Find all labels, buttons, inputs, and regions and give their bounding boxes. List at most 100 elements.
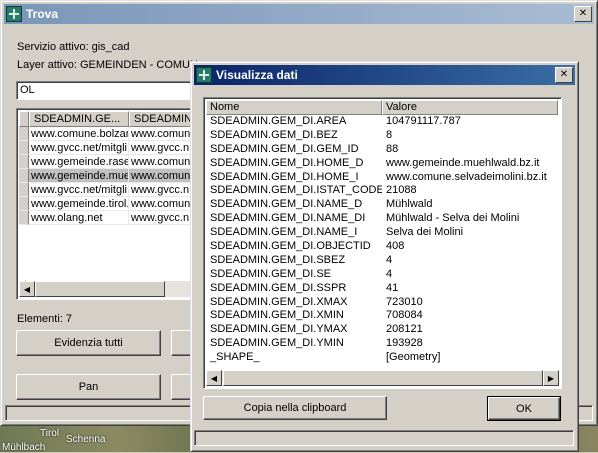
list-item[interactable]: SDEADMIN.GEM_DI.SSPR 41	[206, 282, 558, 296]
attribute-name: SDEADMIN.GEM_DI.OBJECTID	[210, 240, 371, 253]
trova-close-button[interactable]: ✕	[574, 6, 592, 22]
row-header[interactable]	[19, 155, 29, 169]
list-item[interactable]: SDEADMIN.GEM_DI.GEM_ID 88	[206, 143, 558, 157]
element-count: Elementi: 7	[17, 313, 73, 325]
col-header-value[interactable]: Valore	[382, 100, 558, 115]
pan-button[interactable]: Pan	[16, 374, 161, 400]
attribute-value: 41	[386, 281, 399, 294]
attribute-value: www.gemeinde.muehlwald.bz.it	[386, 156, 540, 169]
attribute-name: SDEADMIN.GEM_DI.SBEZ	[210, 253, 346, 266]
grid-horizontal-scrollbar[interactable]: ◀	[19, 281, 197, 297]
list-item[interactable]: SDEADMIN.GEM_DI.YMIN 193928	[206, 337, 558, 351]
scroll-right-icon[interactable]: ▶	[543, 370, 559, 386]
attribute-value: 8	[386, 128, 393, 141]
attribute-table[interactable]: Nome Valore SDEADMIN.GEM_DI.AREA 10479111…	[203, 97, 562, 389]
row-header[interactable]	[19, 183, 29, 197]
attribute-name: SDEADMIN.GEM_DI.NAME_DI	[210, 212, 366, 225]
list-item[interactable]: SDEADMIN.GEM_DI.NAME_D Mühlwald	[206, 198, 558, 212]
row-header[interactable]	[19, 169, 29, 183]
attribute-name: SDEADMIN.GEM_DI.YMIN	[210, 337, 344, 350]
grid-rows: www.comune.bolzar www.comun www.gvcc.net/m…	[19, 127, 201, 225]
attribute-value: 723010	[386, 295, 423, 308]
attribute-name: SDEADMIN.GEM_DI.HOME_D	[210, 156, 364, 169]
close-icon: ✕	[578, 8, 588, 19]
attribute-name: SDEADMIN.GEM_DI.YMAX	[210, 323, 348, 336]
table-row[interactable]: www.gvcc.net/mitgli www.gvcc.n	[19, 183, 201, 197]
attribute-value: 208121	[386, 323, 423, 336]
attribute-name: SDEADMIN.GEM_DI.ISTAT_CODE	[210, 184, 382, 197]
highlight-all-button[interactable]: Evidenzia tutti	[16, 330, 161, 356]
table-cell: www.olang.net	[29, 211, 129, 225]
attribute-name: SDEADMIN.GEM_DI.SSPR	[210, 281, 347, 294]
pan-label: Pan	[78, 381, 99, 393]
row-header[interactable]	[19, 197, 29, 211]
scroll-left-icon[interactable]: ◀	[19, 281, 35, 297]
list-item[interactable]: SDEADMIN.GEM_DI.SBEZ 4	[206, 254, 558, 268]
data-titlebar[interactable]: Visualizza dati ✕	[194, 65, 575, 85]
attribute-value: 88	[386, 142, 399, 155]
results-grid[interactable]: SDEADMIN.GE... SDEADMIN.GE... www.comune…	[16, 108, 201, 300]
trova-titlebar[interactable]: Trova ✕	[4, 4, 594, 24]
scrollbar-thumb[interactable]	[35, 281, 165, 297]
grid-col-header-1[interactable]: SDEADMIN.GE...	[29, 111, 129, 127]
list-item[interactable]: SDEADMIN.GEM_DI.ISTAT_CODE 21088	[206, 184, 558, 198]
ok-button[interactable]: OK	[487, 396, 561, 421]
attribute-value: 408	[386, 240, 405, 253]
list-item[interactable]: SDEADMIN.GEM_DI.AREA 104791117.787	[206, 115, 558, 129]
list-item[interactable]: SDEADMIN.GEM_DI.NAME_I Selva dei Molini	[206, 226, 558, 240]
list-item[interactable]: SDEADMIN.GEM_DI.SE 4	[206, 268, 558, 282]
attribute-name: SDEADMIN.GEM_DI.XMAX	[210, 295, 348, 308]
attribute-value: Selva dei Molini	[386, 226, 464, 239]
list-item[interactable]: SDEADMIN.GEM_DI.HOME_I www.comune.selvade…	[206, 171, 558, 185]
row-header[interactable]	[19, 211, 29, 225]
attribute-horizontal-scrollbar[interactable]: ◀ ▶	[206, 370, 559, 386]
table-cell: www.gvcc.net/mitgli	[29, 183, 129, 197]
row-header[interactable]	[19, 141, 29, 155]
list-item[interactable]: SDEADMIN.GEM_DI.XMAX 723010	[206, 296, 558, 310]
list-item[interactable]: SDEADMIN.GEM_DI.OBJECTID 408	[206, 240, 558, 254]
attribute-name: SDEADMIN.GEM_DI.AREA	[210, 115, 347, 127]
trova-title: Trova	[26, 7, 59, 21]
attribute-value: 104791117.787	[386, 115, 461, 127]
attribute-name: SDEADMIN.GEM_DI.SE	[210, 267, 332, 280]
grid-header: SDEADMIN.GE... SDEADMIN.GE...	[19, 111, 201, 127]
data-title: Visualizza dati	[216, 68, 298, 82]
table-cell: www.gemeinde.tirol.t	[29, 197, 129, 211]
data-close-button[interactable]: ✕	[555, 67, 573, 83]
list-item[interactable]: SDEADMIN.GEM_DI.BEZ 8	[206, 129, 558, 143]
attribute-value: 21088	[386, 184, 417, 197]
attribute-name: SDEADMIN.GEM_DI.HOME_I	[210, 170, 359, 183]
list-item[interactable]: SDEADMIN.GEM_DI.XMIN 708084	[206, 309, 558, 323]
table-row[interactable]: www.olang.net www.gvcc.n	[19, 211, 201, 225]
close-icon: ✕	[559, 69, 569, 80]
row-header[interactable]	[19, 127, 29, 141]
table-row[interactable]: www.gemeinde.muel www.comun	[19, 169, 201, 183]
table-cell: www.gemeinde.rasei	[29, 155, 129, 169]
service-label: Servizio attivo: gis_cad	[17, 41, 130, 53]
search-input[interactable]: OL	[16, 81, 198, 100]
attribute-name: SDEADMIN.GEM_DI.BEZ	[210, 128, 338, 141]
attribute-name: SDEADMIN.GEM_DI.NAME_I	[210, 226, 358, 239]
copy-clipboard-button[interactable]: Copia nella clipboard	[203, 396, 387, 420]
list-item[interactable]: SDEADMIN.GEM_DI.YMAX 208121	[206, 323, 558, 337]
attribute-name: _SHAPE_	[210, 351, 260, 364]
app-icon	[196, 67, 212, 83]
list-item[interactable]: _SHAPE_ [Geometry]	[206, 351, 558, 365]
attribute-value: 4	[386, 267, 393, 280]
table-row[interactable]: www.gvcc.net/mitgli www.gvcc.n	[19, 141, 201, 155]
table-row[interactable]: www.comune.bolzar www.comun	[19, 127, 201, 141]
attribute-value: www.comune.selvadeimolini.bz.it	[386, 170, 547, 183]
table-row[interactable]: www.gemeinde.tirol.t www.comun	[19, 197, 201, 211]
list-item[interactable]: SDEADMIN.GEM_DI.NAME_DI Mühlwald - Selva …	[206, 212, 558, 226]
scroll-left-icon[interactable]: ◀	[206, 370, 222, 386]
layer-label: Layer attivo: GEMEINDEN - COMUN	[17, 59, 198, 71]
col-header-name[interactable]: Nome	[206, 100, 382, 115]
scrollbar-thumb[interactable]	[222, 370, 543, 386]
attribute-value: 708084	[386, 309, 423, 322]
attribute-value: 193928	[386, 337, 423, 350]
attribute-name: SDEADMIN.GEM_DI.XMIN	[210, 309, 344, 322]
attribute-rows: SDEADMIN.GEM_DI.AREA 104791117.787 SDEADMI…	[206, 115, 558, 365]
list-item[interactable]: SDEADMIN.GEM_DI.HOME_D www.gemeinde.muehl…	[206, 157, 558, 171]
table-row[interactable]: www.gemeinde.rasei www.comun	[19, 155, 201, 169]
ok-label: OK	[516, 402, 532, 415]
